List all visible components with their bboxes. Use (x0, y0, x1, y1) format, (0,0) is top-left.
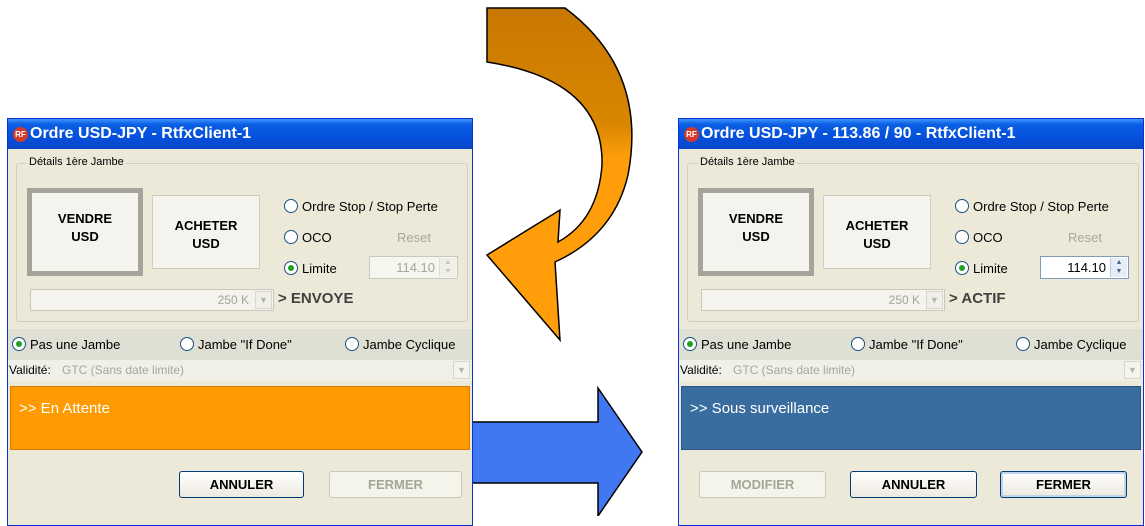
window-title: Ordre USD-JPY - 113.86 / 90 - RtfxClient… (701, 125, 1016, 142)
amount-select[interactable]: 250 K ▼ (701, 289, 945, 311)
radio-no-leg[interactable]: Pas une Jambe (12, 337, 120, 352)
group-label: Détails 1ère Jambe (27, 156, 126, 168)
sell-currency: USD (742, 229, 770, 244)
radio-icon (955, 230, 969, 244)
buy-currency: USD (863, 236, 891, 251)
radio-label: Ordre Stop / Stop Perte (973, 199, 1109, 214)
radio-if-done-leg[interactable]: Jambe "If Done" (180, 337, 292, 352)
status-message: >> En Attente (19, 400, 110, 417)
spinner-arrows-icon[interactable]: ▲ ▼ (1110, 258, 1127, 277)
radio-cyclic-leg[interactable]: Jambe Cyclique (345, 337, 456, 352)
reset-link[interactable]: Reset (397, 230, 431, 245)
buy-label: ACHETER (845, 218, 909, 233)
radio-icon (683, 337, 697, 351)
radio-label: Ordre Stop / Stop Perte (302, 199, 438, 214)
limit-price-value: 114.10 (396, 260, 435, 275)
radio-oco[interactable]: OCO (284, 230, 332, 245)
cancel-button[interactable]: ANNULER (850, 471, 977, 498)
radio-no-leg[interactable]: Pas une Jambe (683, 337, 791, 352)
radio-stop-order[interactable]: Ordre Stop / Stop Perte (284, 199, 438, 214)
sell-currency: USD (71, 229, 99, 244)
radio-oco[interactable]: OCO (955, 230, 1003, 245)
modify-button[interactable]: MODIFIER (699, 471, 826, 498)
validity-select[interactable]: Validité: GTC (Sans date limite) ▼ (8, 359, 472, 381)
radio-icon (284, 261, 298, 275)
radio-icon (851, 337, 865, 351)
status-message-box: >> Sous surveillance (681, 386, 1141, 450)
buy-usd-button[interactable]: ACHETER USD (823, 195, 931, 269)
amount-select[interactable]: 250 K ▼ (30, 289, 274, 311)
buy-label: ACHETER (174, 218, 238, 233)
status-message-box: >> En Attente (10, 386, 470, 450)
validity-value: GTC (Sans date limite) (733, 363, 856, 377)
radio-label: Limite (302, 261, 337, 276)
reset-link[interactable]: Reset (1068, 230, 1102, 245)
radio-label: Pas une Jambe (30, 337, 121, 352)
radio-icon (284, 199, 298, 213)
cancel-button[interactable]: ANNULER (179, 471, 304, 498)
curved-arrow-icon (485, 7, 633, 343)
radio-icon (345, 337, 359, 351)
app-icon: RF (684, 127, 699, 142)
chevron-down-icon[interactable]: ▼ (255, 291, 272, 309)
radio-stop-order[interactable]: Ordre Stop / Stop Perte (955, 199, 1109, 214)
sell-label: VENDRE (728, 211, 784, 226)
right-arrow-icon (466, 385, 643, 516)
spinner-arrows-icon[interactable]: ▲ ▼ (439, 258, 456, 277)
sell-usd-button[interactable]: VENDRE USD (698, 188, 814, 276)
radio-limit[interactable]: Limite (955, 261, 1008, 276)
radio-cyclic-leg[interactable]: Jambe Cyclique (1016, 337, 1127, 352)
radio-label: Jambe "If Done" (869, 337, 963, 352)
sell-usd-button[interactable]: VENDRE USD (27, 188, 143, 276)
radio-label: OCO (302, 230, 332, 245)
status-message: >> Sous surveillance (690, 400, 830, 417)
radio-icon (12, 337, 26, 351)
radio-icon (955, 261, 969, 275)
chevron-down-icon[interactable]: ▼ (926, 291, 943, 309)
close-button[interactable]: FERMER (1000, 471, 1127, 498)
limit-price-value: 114.10 (1067, 260, 1106, 275)
order-status: > ENVOYE (278, 290, 354, 307)
limit-price-spinner[interactable]: 114.10 ▲ ▼ (1040, 256, 1129, 279)
amount-value: 250 K (888, 293, 920, 307)
radio-label: Jambe "If Done" (198, 337, 292, 352)
radio-label: Jambe Cyclique (1034, 337, 1127, 352)
close-button[interactable]: FERMER (329, 471, 462, 498)
validity-select[interactable]: Validité: GTC (Sans date limite) ▼ (679, 359, 1143, 381)
window-title: Ordre USD-JPY - RtfxClient-1 (30, 125, 252, 142)
radio-limit[interactable]: Limite (284, 261, 337, 276)
radio-icon (284, 230, 298, 244)
radio-label: OCO (973, 230, 1003, 245)
order-window-pending: RF Ordre USD-JPY - RtfxClient-1 Détails … (7, 118, 473, 526)
radio-if-done-leg[interactable]: Jambe "If Done" (851, 337, 963, 352)
amount-value: 250 K (217, 293, 249, 307)
buy-currency: USD (192, 236, 220, 251)
radio-label: Pas une Jambe (701, 337, 792, 352)
order-window-active: RF Ordre USD-JPY - 113.86 / 90 - RtfxCli… (678, 118, 1144, 526)
order-status: > ACTIF (949, 290, 1006, 307)
radio-icon (180, 337, 194, 351)
radio-icon (1016, 337, 1030, 351)
radio-label: Jambe Cyclique (363, 337, 456, 352)
chevron-down-icon[interactable]: ▼ (1124, 361, 1141, 379)
title-bar[interactable]: RF Ordre USD-JPY - RtfxClient-1 (8, 119, 472, 149)
validity-label: Validité: (680, 363, 722, 377)
validity-label: Validité: (9, 363, 51, 377)
title-bar[interactable]: RF Ordre USD-JPY - 113.86 / 90 - RtfxCli… (679, 119, 1143, 149)
buy-usd-button[interactable]: ACHETER USD (152, 195, 260, 269)
app-icon: RF (13, 127, 28, 142)
radio-icon (955, 199, 969, 213)
validity-value: GTC (Sans date limite) (62, 363, 185, 377)
limit-price-spinner[interactable]: 114.10 ▲ ▼ (369, 256, 458, 279)
sell-label: VENDRE (57, 211, 113, 226)
group-label: Détails 1ère Jambe (698, 156, 797, 168)
chevron-down-icon[interactable]: ▼ (453, 361, 470, 379)
radio-label: Limite (973, 261, 1008, 276)
